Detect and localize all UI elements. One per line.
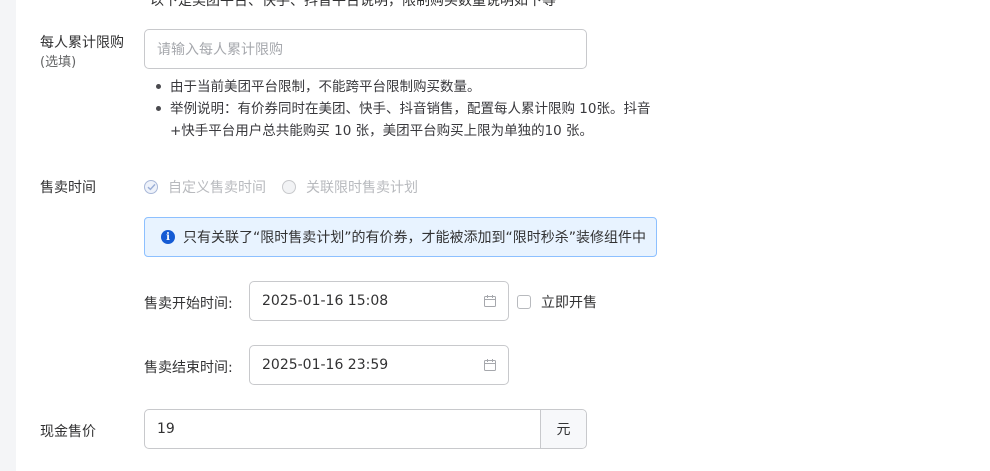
calendar-icon <box>484 295 496 307</box>
radio-checked-icon <box>144 180 158 194</box>
radio-linked-sale-plan-label: 关联限时售卖计划 <box>306 180 418 196</box>
price-input-group: 19 元 <box>144 409 587 449</box>
price-input[interactable]: 19 <box>145 410 540 448</box>
sale-end-value: 2025-01-16 23:59 <box>262 357 389 373</box>
radio-custom-sale-time[interactable]: 自定义售卖时间 <box>144 177 266 197</box>
info-alert: i 只有关联了“限时售卖计划”的有价券，才能被添加到“限时秒杀”装修组件中 <box>144 217 657 257</box>
sale-start-value: 2025-01-16 15:08 <box>262 293 389 309</box>
radio-custom-sale-time-label: 自定义售卖时间 <box>168 180 266 196</box>
immediate-sale-checkbox[interactable]: 立即开售 <box>517 292 597 312</box>
limit-label: 每人累计限购 <box>40 35 124 51</box>
price-label: 现金售价 <box>40 424 96 440</box>
immediate-sale-label: 立即开售 <box>541 295 597 311</box>
limit-input-placeholder: 请输入每人累计限购 <box>157 42 283 58</box>
sale-start-label: 售卖开始时间: <box>144 296 233 312</box>
checkbox-box <box>517 295 531 309</box>
clipped-top-text: 以下是美团平台、快手、抖音平台说明，限制购买数量说明如下等 <box>150 0 556 9</box>
limit-note-item: 由于当前美团平台限制，不能跨平台限制购买数量。 <box>150 76 670 98</box>
info-icon: i <box>161 230 175 244</box>
limit-optional-label: (选填) <box>40 55 77 70</box>
sale-start-input[interactable]: 2025-01-16 15:08 <box>249 281 509 321</box>
form-page: 以下是美团平台、快手、抖音平台说明，限制购买数量说明如下等 每人累计限购 (选填… <box>16 0 990 471</box>
price-unit: 元 <box>540 410 586 448</box>
radio-linked-sale-plan[interactable]: 关联限时售卖计划 <box>282 177 418 197</box>
radio-unchecked-icon <box>282 180 296 194</box>
limit-notes: 由于当前美团平台限制，不能跨平台限制购买数量。 举例说明：有价券同时在美团、快手… <box>150 76 670 142</box>
limit-input[interactable]: 请输入每人累计限购 <box>144 29 587 69</box>
info-alert-text: 只有关联了“限时售卖计划”的有价券，才能被添加到“限时秒杀”装修组件中 <box>183 230 647 246</box>
sale-end-input[interactable]: 2025-01-16 23:59 <box>249 345 509 385</box>
limit-note-item: 举例说明：有价券同时在美团、快手、抖音销售，配置每人累计限购 10张。抖音+快手… <box>150 98 670 142</box>
sale-time-label: 售卖时间 <box>40 180 96 196</box>
sale-end-label: 售卖结束时间: <box>144 360 233 376</box>
calendar-icon <box>484 359 496 371</box>
